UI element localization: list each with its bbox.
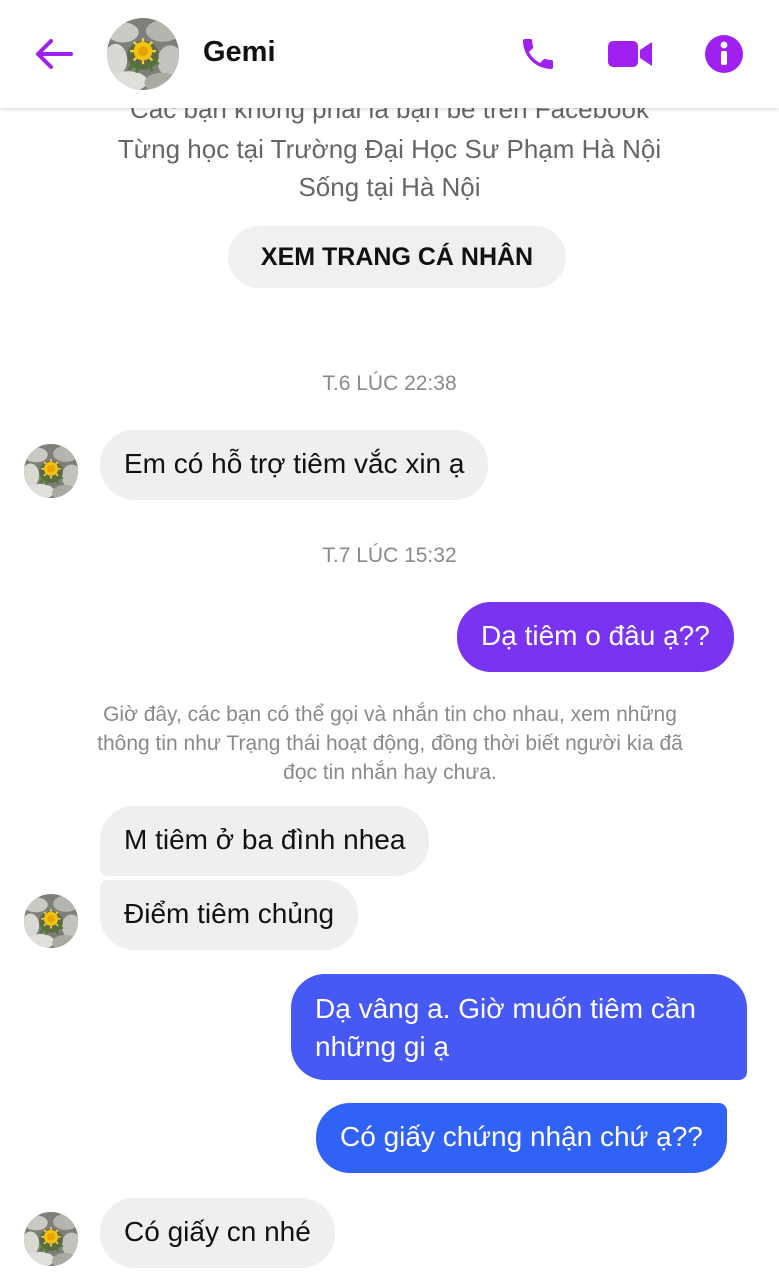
system-notice: Giờ đây, các bạn có thể gọi và nhắn tin … — [97, 703, 683, 784]
incoming-message[interactable]: Điểm tiêm chủng — [100, 880, 359, 950]
contact-avatar[interactable] — [107, 18, 179, 90]
voice-call-button[interactable] — [514, 30, 562, 78]
video-call-button[interactable] — [606, 30, 654, 78]
profile-friend-status: Các bạn không phải là bạn bè trên Facebo… — [130, 108, 649, 124]
profile-location: Sống tại Hà Nội — [298, 172, 481, 202]
video-camera-icon — [608, 41, 652, 67]
timestamp: T.7 LÚC 15:32 — [322, 544, 457, 567]
incoming-message[interactable]: M tiêm ở ba đình nhea — [100, 806, 430, 876]
sender-avatar[interactable] — [24, 1212, 78, 1266]
info-button[interactable] — [700, 30, 748, 78]
arrow-left-icon — [36, 39, 73, 69]
phone-icon — [523, 39, 553, 69]
timestamp: T.6 LÚC 22:38 — [322, 372, 457, 395]
incoming-message[interactable]: Có giấy cn nhé — [100, 1198, 335, 1268]
outgoing-message[interactable]: Có giấy chứng nhận chứ ạ?? — [316, 1103, 727, 1173]
info-icon — [705, 35, 743, 73]
incoming-message[interactable]: Em có hỗ trợ tiêm vắc xin ạ — [100, 430, 489, 500]
outgoing-message[interactable]: Dạ tiêm o đâu ạ?? — [457, 602, 734, 672]
outgoing-message[interactable]: Dạ vâng a. Giờ muốn tiêm cần những gi ạ — [291, 974, 747, 1080]
sender-avatar[interactable] — [24, 444, 78, 498]
view-profile-button[interactable]: XEM TRANG CÁ NHÂN — [228, 226, 566, 288]
sender-avatar[interactable] — [24, 894, 78, 948]
back-button[interactable] — [30, 32, 78, 76]
profile-education: Từng học tại Trường Đại Học Sư Phạm Hà N… — [117, 134, 662, 164]
chat-header: Gemi — [0, 0, 779, 108]
contact-name[interactable]: Gemi — [203, 36, 276, 69]
message-thread[interactable]: Các bạn không phải là bạn bè trên Facebo… — [0, 108, 779, 1280]
